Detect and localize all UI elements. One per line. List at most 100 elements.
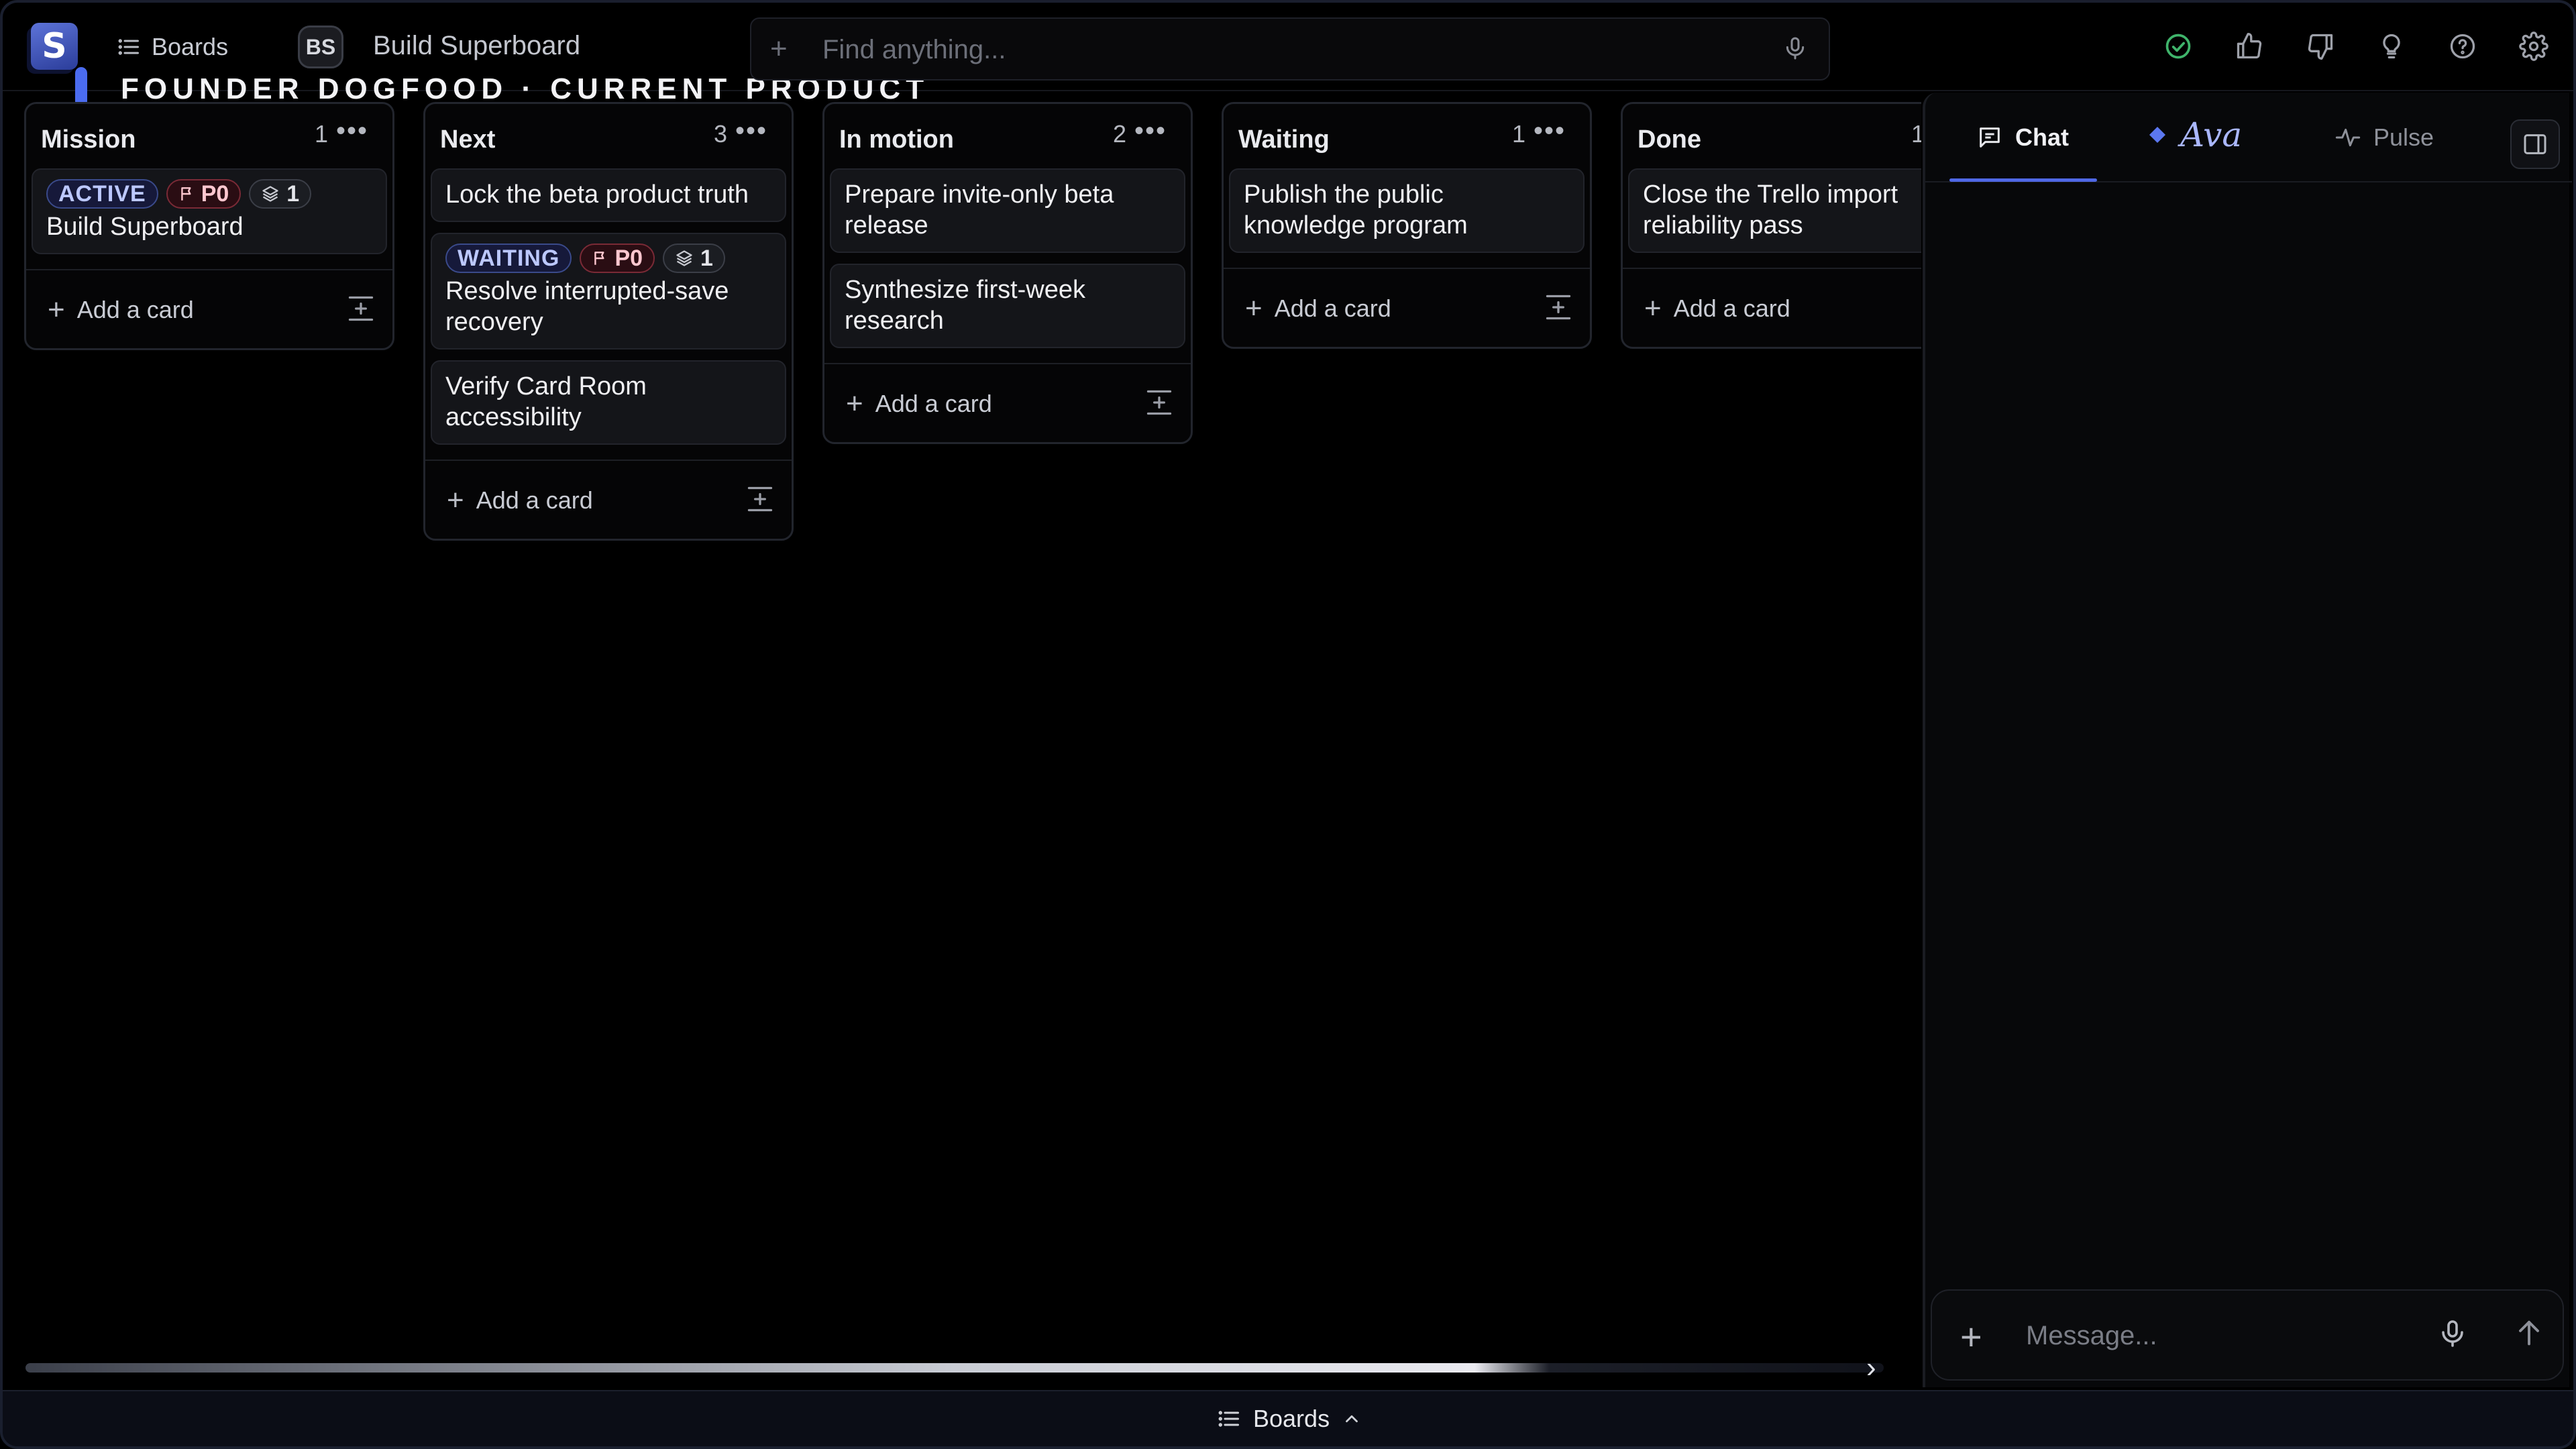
plus-icon: + bbox=[1245, 292, 1263, 325]
assistant-panel: Chat Ava Pulse + bbox=[1923, 93, 2572, 1387]
horizontal-scrollbar[interactable] bbox=[25, 1363, 1884, 1373]
priority-label: P0 bbox=[614, 246, 643, 271]
priority-label: P0 bbox=[201, 181, 229, 207]
attach-plus-icon[interactable]: + bbox=[1960, 1315, 1982, 1358]
diamond-icon bbox=[2149, 127, 2165, 143]
app-logo[interactable]: S bbox=[31, 23, 78, 70]
column-count: 1 bbox=[1511, 120, 1525, 148]
tab-pulse[interactable]: Pulse bbox=[2334, 123, 2434, 152]
add-section-icon[interactable] bbox=[1542, 290, 1575, 324]
card-tags: WAITING P0 1 bbox=[445, 244, 771, 273]
microphone-icon[interactable] bbox=[2436, 1318, 2469, 1353]
column-footer: + Add a card bbox=[1224, 268, 1590, 347]
plus-icon: + bbox=[447, 484, 464, 517]
chevron-up-icon bbox=[1346, 1415, 1358, 1423]
plus-icon: + bbox=[846, 387, 863, 420]
add-card-button[interactable]: + Add a card bbox=[846, 387, 992, 421]
column-title: Done bbox=[1638, 125, 1701, 154]
tab-chat-label: Chat bbox=[2015, 123, 2069, 151]
column-count: 1 bbox=[314, 120, 328, 148]
card[interactable]: WAITING P0 1 Resolve interrupted-save re… bbox=[431, 233, 786, 350]
card-tags: ACTIVE P0 1 bbox=[46, 179, 372, 209]
card-title: Prepare invite-only beta release bbox=[845, 180, 1114, 239]
plus-icon: + bbox=[1644, 292, 1662, 325]
more-options-icon[interactable]: ••• bbox=[1134, 116, 1167, 146]
priority-badge: P0 bbox=[166, 179, 241, 209]
column-done: Done 1 ••• Close the Trello import relia… bbox=[1621, 102, 1921, 349]
status-badge: WAITING bbox=[445, 244, 572, 273]
board-initials: BS bbox=[305, 34, 336, 59]
chat-icon bbox=[1980, 127, 2000, 148]
microphone-icon[interactable] bbox=[1782, 35, 1809, 65]
column-count: 3 bbox=[713, 120, 727, 148]
plus-icon[interactable]: + bbox=[770, 32, 788, 66]
card[interactable]: Verify Card Room accessibility bbox=[431, 360, 786, 445]
more-options-icon[interactable]: ••• bbox=[336, 116, 368, 146]
card-title: Publish the public knowledge program bbox=[1244, 180, 1468, 239]
subtask-count: 1 bbox=[286, 181, 300, 207]
board-canvas: Mission 1 ••• ACTIVE P0 1 Build Superboa bbox=[3, 93, 1921, 1387]
panel-toggle-icon[interactable] bbox=[2510, 119, 2560, 169]
add-section-icon[interactable] bbox=[743, 482, 777, 516]
boards-drawer-label: Boards bbox=[1253, 1405, 1330, 1432]
more-options-icon[interactable]: ••• bbox=[1534, 116, 1566, 146]
lightbulb-icon[interactable] bbox=[2373, 28, 2410, 64]
add-card-button[interactable]: + Add a card bbox=[1245, 292, 1391, 325]
card[interactable]: Lock the beta product truth bbox=[431, 168, 786, 222]
column-header: Done 1 ••• bbox=[1623, 104, 1921, 168]
column-mission: Mission 1 ••• ACTIVE P0 1 Build Superboa bbox=[24, 102, 394, 350]
card[interactable]: Publish the public knowledge program bbox=[1229, 168, 1585, 253]
add-card-label: Add a card bbox=[476, 486, 593, 514]
card-title: Synthesize first-week research bbox=[845, 276, 1086, 335]
active-tab-indicator bbox=[1949, 178, 2097, 182]
search-input[interactable] bbox=[822, 31, 1762, 68]
board-title[interactable]: Build Superboard bbox=[373, 31, 580, 61]
column-title: Mission bbox=[41, 125, 136, 154]
card-title: Resolve interrupted-save recovery bbox=[445, 277, 729, 336]
message-composer: + bbox=[1931, 1289, 2564, 1381]
subtask-badge: 1 bbox=[663, 244, 725, 273]
tab-chat[interactable]: Chat bbox=[1976, 123, 2069, 152]
board-avatar[interactable]: BS bbox=[298, 25, 343, 68]
add-card-label: Add a card bbox=[76, 296, 194, 323]
more-options-icon[interactable]: ••• bbox=[735, 116, 767, 146]
search-bar: + bbox=[750, 17, 1830, 80]
boards-nav-button[interactable]: Boards bbox=[117, 30, 228, 64]
send-arrow-icon[interactable] bbox=[2512, 1315, 2546, 1353]
flag-icon bbox=[180, 187, 191, 201]
card[interactable]: Synthesize first-week research bbox=[830, 264, 1185, 348]
message-input[interactable] bbox=[2026, 1316, 2428, 1355]
logo-letter: S bbox=[42, 26, 67, 66]
bottom-bar: Boards bbox=[3, 1390, 2573, 1446]
add-section-icon[interactable] bbox=[1142, 386, 1176, 419]
add-card-button[interactable]: + Add a card bbox=[447, 484, 593, 517]
card-title: Build Superboard bbox=[46, 213, 244, 241]
thumbs-down-icon[interactable] bbox=[2302, 28, 2339, 64]
thumbs-up-icon[interactable] bbox=[2231, 28, 2267, 64]
top-actions bbox=[2160, 28, 2552, 64]
app-window: S Boards BS Build Superboard FOUNDER DOG… bbox=[0, 0, 2576, 1449]
add-section-icon[interactable] bbox=[344, 292, 378, 325]
list-icon bbox=[1218, 1411, 1239, 1427]
list-icon bbox=[118, 39, 139, 55]
tab-ava-label: Ava bbox=[2180, 115, 2243, 154]
card[interactable]: ACTIVE P0 1 Build Superboard bbox=[32, 168, 387, 254]
add-card-button[interactable]: + Add a card bbox=[1644, 292, 1790, 325]
add-card-button[interactable]: + Add a card bbox=[48, 293, 194, 327]
subtask-count: 1 bbox=[700, 246, 713, 271]
flag-icon bbox=[594, 252, 604, 265]
chevron-right-icon[interactable]: › bbox=[1866, 1351, 1876, 1385]
check-circle-icon[interactable] bbox=[2160, 28, 2196, 64]
column-header: Waiting 1 ••• bbox=[1224, 104, 1590, 168]
column-count: 1 bbox=[1911, 120, 1921, 148]
add-card-label: Add a card bbox=[875, 390, 992, 417]
tab-ava[interactable]: Ava bbox=[2147, 115, 2242, 154]
add-card-label: Add a card bbox=[1673, 294, 1790, 322]
column-header: Next 3 ••• bbox=[425, 104, 792, 168]
help-icon[interactable] bbox=[2445, 28, 2481, 64]
boards-drawer-button[interactable]: Boards bbox=[1217, 1405, 1362, 1433]
card[interactable]: Prepare invite-only beta release bbox=[830, 168, 1185, 253]
card[interactable]: Close the Trello import reliability pass bbox=[1628, 168, 1921, 253]
gear-icon[interactable] bbox=[2516, 28, 2552, 64]
column-header: Mission 1 ••• bbox=[26, 104, 392, 168]
